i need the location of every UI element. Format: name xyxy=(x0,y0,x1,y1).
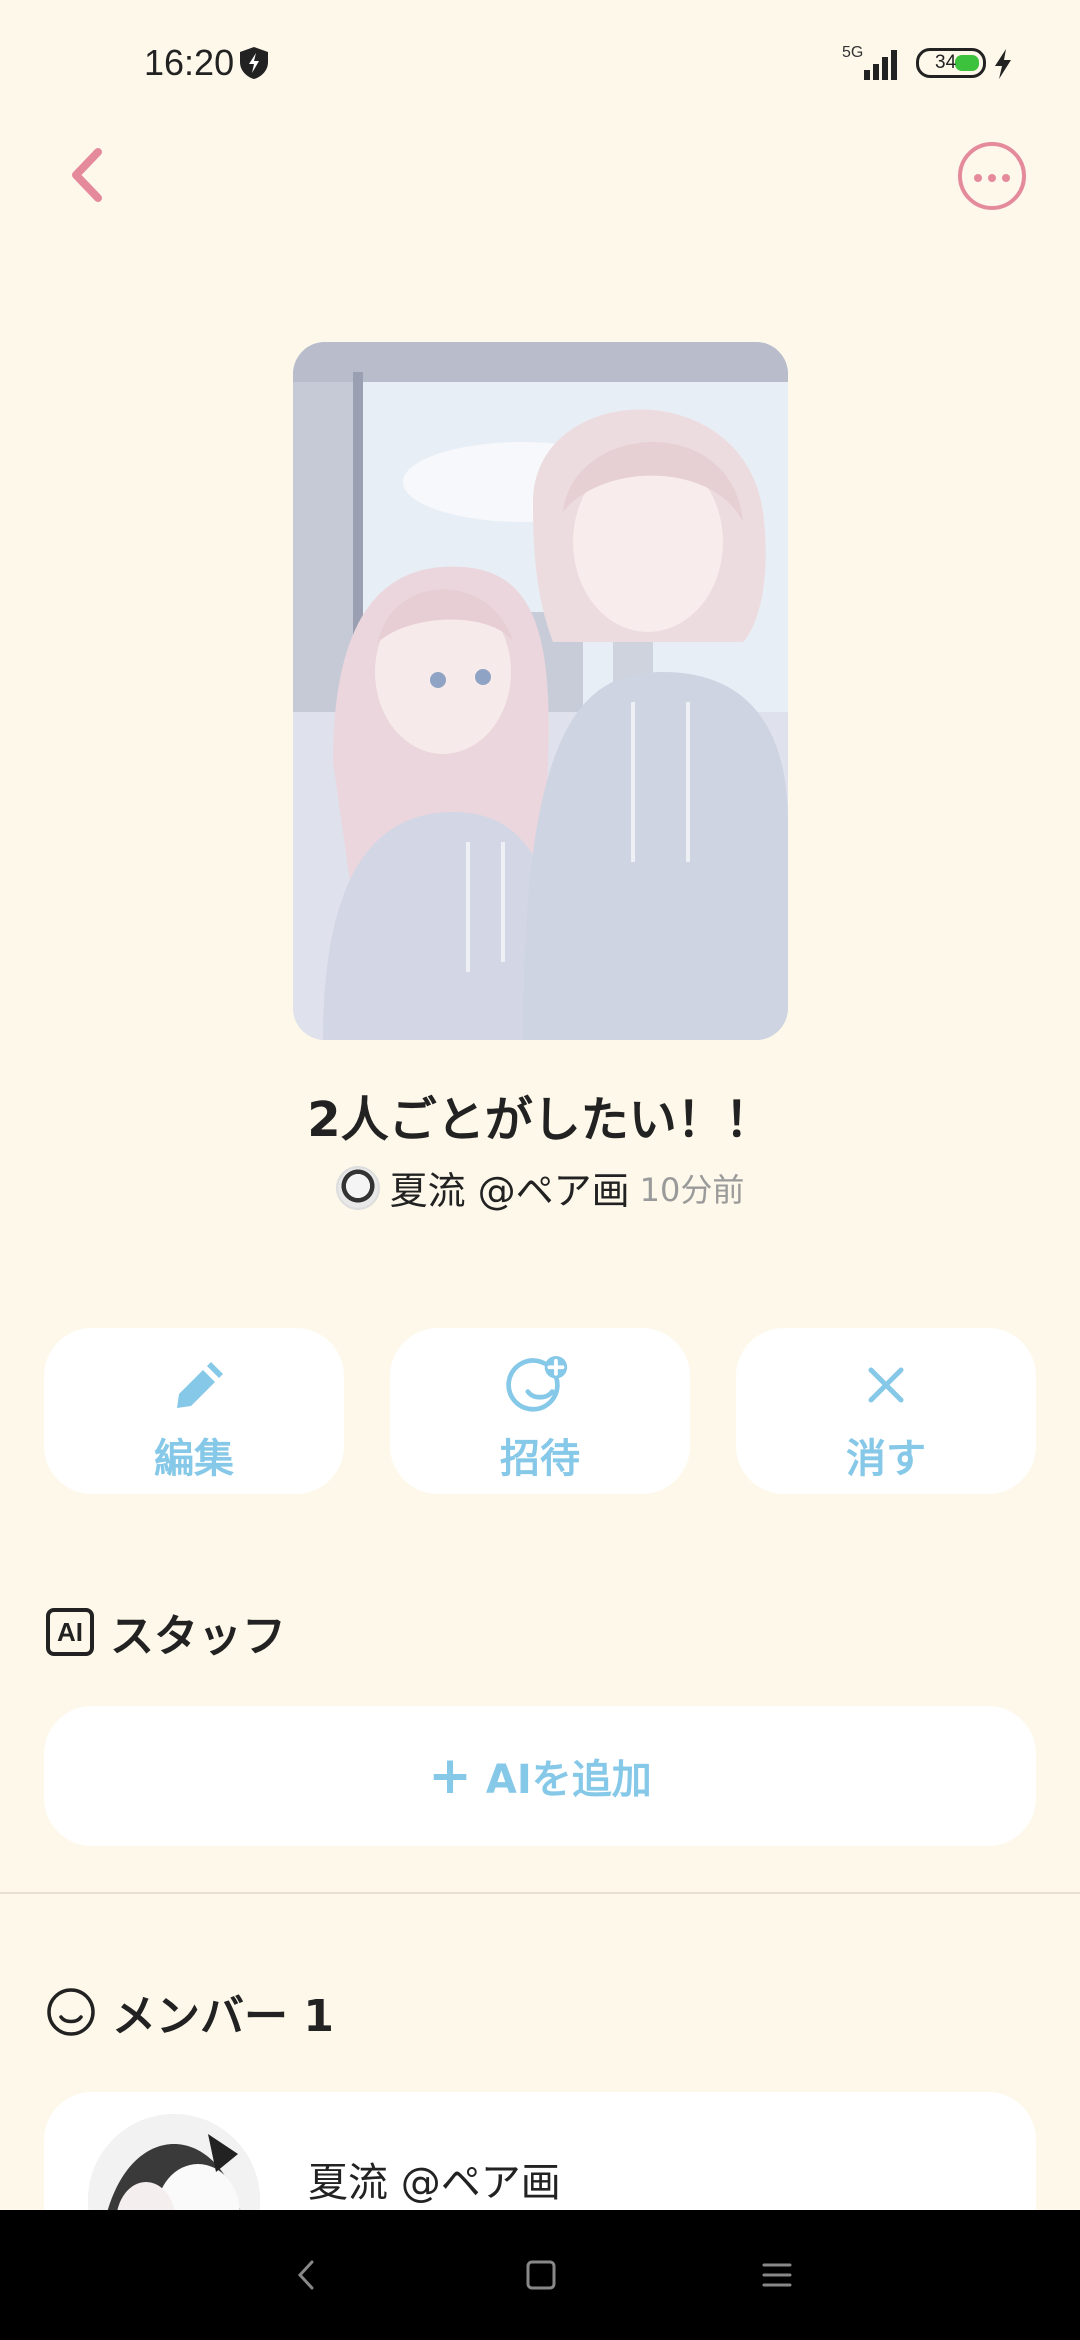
author-name[interactable]: 夏流 @ペア画 xyxy=(390,1160,630,1215)
pencil-icon xyxy=(177,1362,223,1408)
system-nav-bar xyxy=(0,2210,1080,2340)
back-chevron-icon[interactable] xyxy=(60,140,116,210)
close-icon xyxy=(868,1367,904,1403)
smile-icon xyxy=(47,1988,95,2036)
status-time: 16:20 xyxy=(144,42,235,83)
staff-section-header: AI スタッフ xyxy=(46,1600,286,1664)
status-bar: 16:20 5G 34 xyxy=(0,0,1080,130)
staff-title: スタッフ xyxy=(110,1611,286,1662)
member-name: 夏流 @ペア画 xyxy=(308,2160,561,2206)
battery-icon: 34 xyxy=(916,48,986,78)
charging-icon xyxy=(995,49,1011,79)
room-title: 2人ごとがしたい！！ xyxy=(307,1092,773,1148)
invite-label: 招待 xyxy=(500,1436,580,1482)
post-time: 10分前 xyxy=(639,1170,745,1209)
room-cover-image[interactable] xyxy=(293,342,788,1040)
add-ai-label: AIを追加 xyxy=(485,1757,652,1803)
add-ai-button[interactable]: + AIを追加 xyxy=(44,1706,1036,1846)
members-section-header: メンバー 1 xyxy=(46,1980,334,2044)
shield-bolt-icon xyxy=(240,47,268,79)
screen: 16:20 5G 34 2人ごとがしたい！！ 夏流 @ペア画 10分前 編集 招… xyxy=(0,0,1080,2340)
signal-icon xyxy=(864,50,897,80)
more-options-icon[interactable] xyxy=(958,142,1026,210)
plus-icon: + xyxy=(428,1746,472,1806)
invite-smile-icon xyxy=(506,1356,568,1412)
battery-level: 34 xyxy=(935,52,957,73)
cover-illustration xyxy=(293,342,788,1040)
edit-label: 編集 xyxy=(154,1436,234,1482)
edit-button[interactable]: 編集 xyxy=(44,1328,344,1494)
room-meta: 夏流 @ペア画 10分前 xyxy=(0,1160,1080,1215)
delete-label: 消す xyxy=(846,1436,926,1482)
author-avatar[interactable] xyxy=(335,1165,380,1210)
delete-button[interactable]: 消す xyxy=(736,1328,1036,1494)
nav-home-icon[interactable] xyxy=(516,2250,566,2300)
ai-icon: AI xyxy=(46,1608,94,1656)
members-title: メンバー 1 xyxy=(112,1991,334,2042)
nav-menu-icon[interactable] xyxy=(752,2250,802,2300)
invite-button[interactable]: 招待 xyxy=(390,1328,690,1494)
nav-back-icon[interactable] xyxy=(282,2250,332,2300)
section-divider xyxy=(0,1892,1080,1894)
